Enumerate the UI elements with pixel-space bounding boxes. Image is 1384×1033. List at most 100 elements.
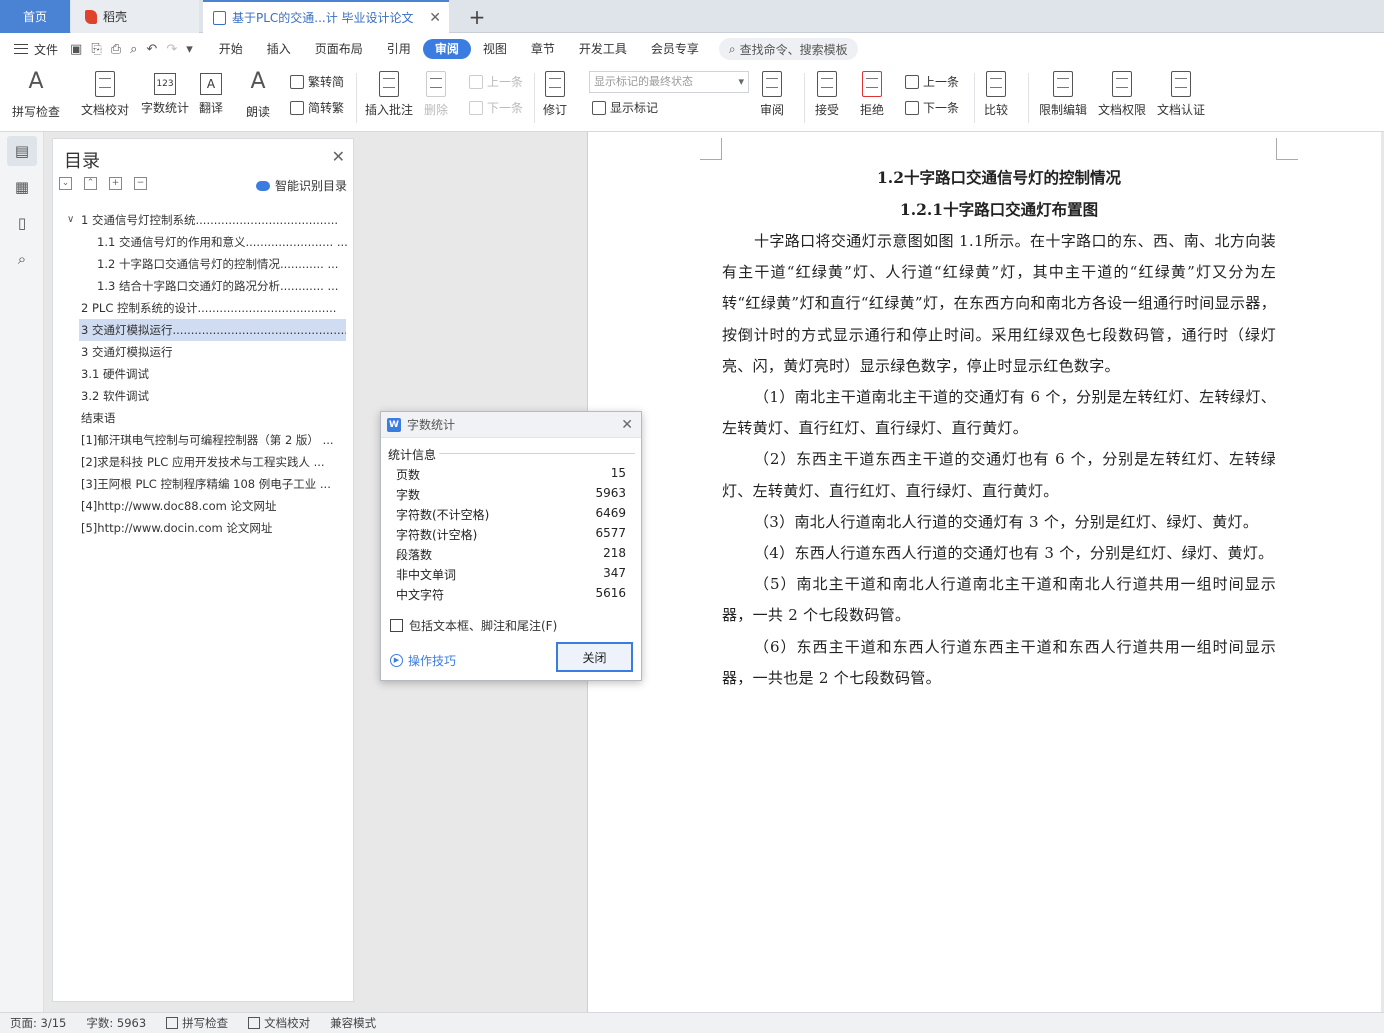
spellcheck-button[interactable]: A 拼写检查 — [12, 69, 60, 120]
menu-item-review[interactable]: 审阅 — [422, 39, 471, 59]
show-markup-label: 显示标记 — [610, 101, 659, 115]
smart-toc-button[interactable]: 智能识别目录 — [255, 177, 347, 194]
toc-panel-icon[interactable]: ▤ — [7, 136, 37, 166]
collapse-all-icon[interactable]: ⌄ — [59, 177, 72, 190]
paragraph: （5）南北主干道和南北人行道南北主干道和南北人行道共用一组时间显示器，一共 2 … — [722, 575, 1276, 625]
stat-value: 6577 — [595, 526, 626, 540]
restrict-edit-button[interactable]: 限制编辑 — [1039, 69, 1087, 118]
tab-home[interactable]: 首页 — [0, 0, 70, 33]
ribbon-divider — [804, 73, 805, 123]
track-changes-button[interactable]: 修订 — [543, 69, 567, 118]
page-indicator[interactable]: 页面: 3/15 — [0, 1015, 76, 1031]
show-markup-button[interactable]: 显示标记 — [592, 99, 658, 116]
toc-item[interactable]: 1.3 结合十字路口交通灯的路况分析............ ... — [53, 275, 353, 297]
include-textbox-checkbox[interactable]: 包括文本框、脚注和尾注(F) — [390, 617, 557, 634]
simp-to-trad-button[interactable]: 简转繁 — [290, 99, 344, 116]
tips-link[interactable]: ▶ 操作技巧 — [390, 652, 456, 669]
menu-item-start[interactable]: 开始 — [207, 39, 255, 59]
toc-item[interactable]: 1.2 十字路口交通信号灯的控制情况............ ... — [53, 253, 353, 275]
close-icon[interactable]: ✕ — [332, 147, 345, 166]
document-page[interactable]: 1.2十字路口交通信号灯的控制情况 1.2.1十字路口交通灯布置图 十字路口将交… — [587, 132, 1381, 1012]
compare-button[interactable]: 比较 — [984, 69, 1008, 118]
wordcount-button[interactable]: 123 字数统计 — [141, 69, 189, 116]
status-spellcheck[interactable]: 拼写检查 — [156, 1015, 238, 1031]
toc-item[interactable]: 3.1 硬件调试 — [53, 363, 353, 385]
export-icon[interactable]: ⎘ — [91, 42, 101, 57]
markup-state-select[interactable]: 显示标记的最终状态 — [589, 71, 749, 93]
toc-item[interactable]: [2]求是科技 PLC 应用开发技术与工程实践人 ... — [53, 451, 353, 473]
tab-daoke-label: 稻壳 — [103, 10, 128, 24]
toc-item[interactable]: 3 交通灯模拟运行 — [53, 341, 353, 363]
accept-button[interactable]: 接受 — [815, 69, 839, 118]
toc-item[interactable]: [4]http://www.doc88.com 论文网址 — [53, 495, 353, 517]
read-aloud-button[interactable]: A 朗读 — [245, 69, 271, 120]
close-tab-icon[interactable]: ✕ — [429, 10, 441, 26]
toc-item[interactable]: ∨ 1 交通信号灯控制系统............................… — [53, 209, 353, 231]
menu-item-references[interactable]: 引用 — [375, 39, 423, 59]
translate-button[interactable]: A 翻译 — [199, 69, 223, 116]
document-body[interactable]: 1.2十字路口交通信号灯的控制情况 1.2.1十字路口交通灯布置图 十字路口将交… — [722, 162, 1276, 694]
toc-item[interactable]: [5]http://www.docin.com 论文网址 — [53, 517, 353, 539]
menu-item-chapter[interactable]: 章节 — [519, 39, 567, 59]
doc-permission-button[interactable]: 文档权限 — [1098, 69, 1146, 118]
trad-to-simp-button[interactable]: 繁转简 — [290, 73, 344, 90]
stat-row: 字符数(不计空格) 6469 — [396, 506, 626, 526]
section-divider — [439, 453, 635, 454]
bookmark-icon[interactable]: ▯ — [7, 208, 37, 238]
stats-list: 页数 15 字数 5963 字符数(不计空格) 6469 字符数(计空格) 6577 段… — [396, 466, 626, 606]
word-count-indicator[interactable]: 字数: 5963 — [76, 1015, 156, 1031]
file-menu[interactable]: 文件 — [0, 41, 70, 58]
reject-button[interactable]: 拒绝 — [860, 69, 884, 118]
toc-item[interactable]: 3.2 软件调试 — [53, 385, 353, 407]
remove-heading-icon[interactable]: − — [134, 177, 147, 190]
toc-item[interactable]: 1.1 交通信号灯的作用和意义........................ … — [53, 231, 353, 253]
status-spellcheck-label: 拼写检查 — [182, 1016, 229, 1030]
comment-icon — [379, 71, 399, 97]
search-panel-icon[interactable]: ⌕ — [7, 244, 37, 274]
redo-icon[interactable]: ↷ — [166, 42, 177, 57]
toc-item[interactable]: 2 PLC 控制系统的设计...........................… — [53, 297, 353, 319]
status-proofread[interactable]: 文档校对 — [238, 1015, 320, 1031]
next-change-button[interactable]: 下一条 — [905, 99, 959, 116]
prev-comment-button[interactable]: 上一条 — [469, 73, 523, 90]
wordcount-icon: 123 — [154, 73, 176, 95]
command-search[interactable]: ⌕ 查找命令、搜索模板 — [718, 38, 858, 60]
dialog-close-button[interactable]: 关闭 — [556, 642, 633, 672]
more-icon[interactable]: ▾ — [186, 42, 193, 57]
next-comment-button[interactable]: 下一条 — [469, 99, 523, 116]
ribbon-divider — [974, 73, 975, 123]
toc-item[interactable]: [3]王阿根 PLC 控制程序精编 108 例电子工业 ... — [53, 473, 353, 495]
review-pane-button[interactable]: 审阅 — [760, 69, 784, 118]
toc-item[interactable]: [1]郁汗琪电气控制与可编程控制器（第 2 版） ... — [53, 429, 353, 451]
ribbon-divider — [1028, 73, 1029, 123]
print-preview-icon[interactable]: ⌕ — [130, 42, 137, 57]
proofread-button[interactable]: 文档校对 — [81, 69, 129, 118]
doc-certify-button[interactable]: 文档认证 — [1157, 69, 1205, 118]
undo-icon[interactable]: ↶ — [146, 42, 157, 57]
save-icon[interactable]: ▣ — [70, 42, 82, 57]
menu-item-member[interactable]: 会员专享 — [639, 39, 711, 59]
status-bar: 页面: 3/15 字数: 5963 拼写检查 文档校对 兼容模式 — [0, 1012, 1384, 1033]
toc-item[interactable]: 结束语 — [53, 407, 353, 429]
checkbox-box[interactable] — [390, 619, 403, 632]
add-heading-icon[interactable]: + — [109, 177, 122, 190]
ribbon-divider — [534, 73, 535, 123]
tab-daoke[interactable]: 稻壳 — [71, 0, 199, 33]
compat-mode: 兼容模式 — [330, 1016, 377, 1030]
expand-all-icon[interactable]: ⌃ — [84, 177, 97, 190]
navigation-icon[interactable]: ▦ — [7, 172, 37, 202]
menu-item-developer[interactable]: 开发工具 — [567, 39, 639, 59]
menu-item-view[interactable]: 视图 — [471, 39, 519, 59]
prev-change-button[interactable]: 上一条 — [905, 73, 959, 90]
menu-item-insert[interactable]: 插入 — [255, 39, 303, 59]
insert-comment-button[interactable]: 插入批注 — [365, 69, 413, 118]
menu-item-page-layout[interactable]: 页面布局 — [303, 39, 375, 59]
tab-document[interactable]: 基于PLC的交通...计 毕业设计论文 ✕ — [203, 0, 449, 33]
hamburger-icon — [14, 44, 28, 54]
new-tab-button[interactable]: + — [462, 0, 492, 33]
toc-item[interactable]: 3 交通灯模拟运行...............................… — [79, 319, 346, 341]
expand-caret-icon[interactable]: ∨ — [67, 209, 74, 231]
print-icon[interactable]: ⎙ — [111, 42, 121, 57]
close-icon[interactable]: ✕ — [621, 417, 633, 433]
delete-comment-button[interactable]: 删除 — [424, 69, 448, 118]
